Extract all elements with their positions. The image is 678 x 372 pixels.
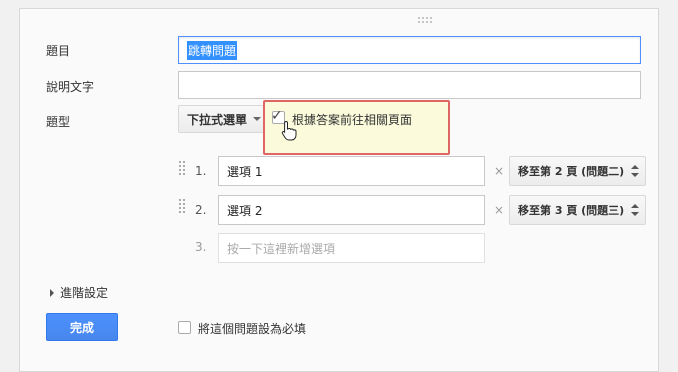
option-number: 1. <box>195 164 207 178</box>
new-option-placeholder: 按一下這裡新增選項 <box>227 241 336 256</box>
option-goto-value: 移至第 2 頁 (問題二) <box>518 165 625 178</box>
remove-option-icon[interactable]: × <box>494 203 504 217</box>
chevron-down-icon <box>253 117 262 121</box>
option-goto-value: 移至第 3 頁 (問題三) <box>518 204 625 217</box>
option-input[interactable]: 選項 2 <box>218 195 485 225</box>
select-arrows-icon <box>631 165 639 177</box>
title-input[interactable]: 跳轉問題 <box>178 36 641 64</box>
option-value: 選項 1 <box>227 164 263 179</box>
required-checkbox-label[interactable]: 將這個問題設為必填 <box>198 320 306 337</box>
option-number: 2. <box>195 203 207 217</box>
help-text-label: 說明文字 <box>46 80 95 94</box>
advanced-settings-toggle[interactable]: 進階設定 <box>50 284 108 301</box>
option-input[interactable]: 選項 1 <box>218 156 485 186</box>
option-goto-select[interactable]: 移至第 3 頁 (問題三) <box>509 195 646 225</box>
select-arrows-icon <box>631 204 639 216</box>
hand-cursor-icon <box>281 120 297 141</box>
question-type-value: 下拉式選單 <box>187 112 248 127</box>
option-drag-handle[interactable] <box>179 161 185 179</box>
title-label: 題目 <box>46 44 71 58</box>
done-button[interactable]: 完成 <box>46 313 118 341</box>
help-text-input[interactable] <box>178 71 641 99</box>
chevron-right-icon <box>50 288 54 297</box>
title-input-value: 跳轉問題 <box>187 40 238 60</box>
option-drag-handle[interactable] <box>179 199 185 217</box>
new-option-number: 3. <box>195 240 207 254</box>
advanced-settings-label: 進階設定 <box>60 286 109 300</box>
question-type-label: 題型 <box>46 115 71 129</box>
required-checkbox[interactable] <box>178 321 191 334</box>
goto-page-checkbox-label[interactable]: 根據答案前往相關頁面 <box>292 111 412 128</box>
remove-option-icon[interactable]: × <box>494 164 504 178</box>
question-type-dropdown[interactable]: 下拉式選單 <box>178 105 264 133</box>
new-option-input[interactable]: 按一下這裡新增選項 <box>218 233 485 263</box>
option-value: 選項 2 <box>227 203 263 218</box>
option-goto-select[interactable]: 移至第 2 頁 (問題二) <box>509 156 646 186</box>
